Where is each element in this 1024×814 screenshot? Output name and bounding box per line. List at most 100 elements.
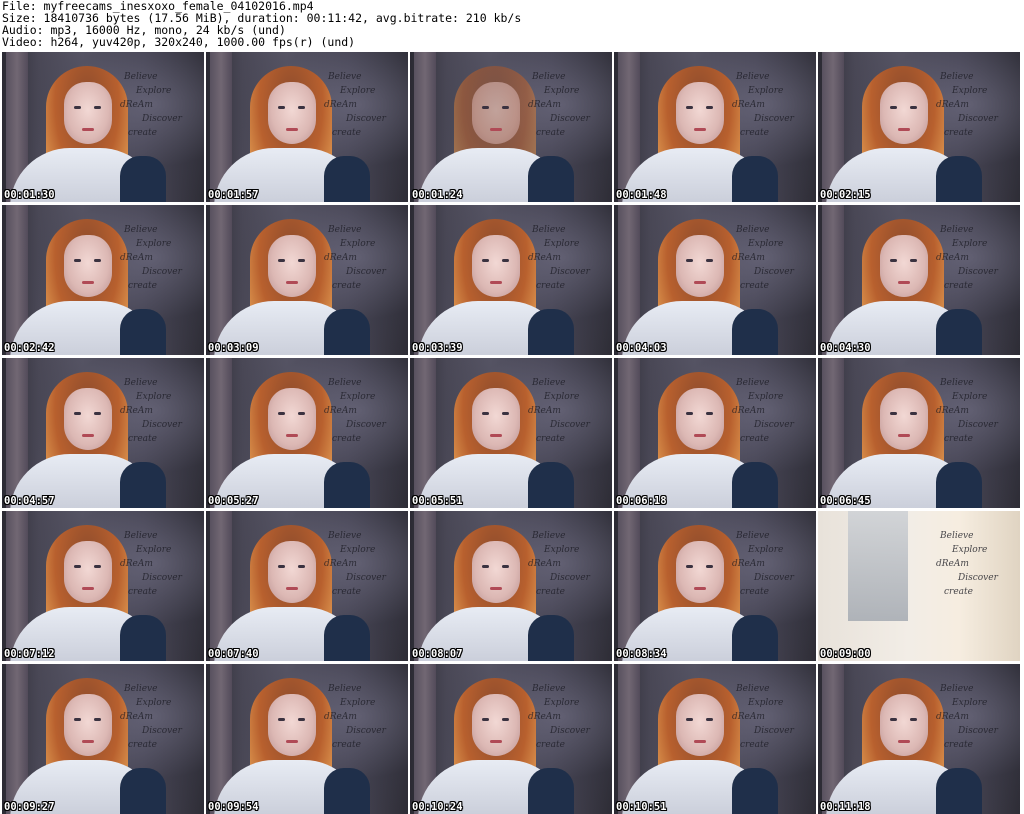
wall-decal-text: Believe Explore dReAm Discover create (732, 70, 812, 160)
wall-decal-word: dReAm (528, 712, 561, 722)
video-thumbnail: Believe Explore dReAm Discover create 00:08:3… (614, 511, 816, 661)
thumbnail-eye (298, 259, 305, 262)
thumbnail-eye (482, 106, 489, 109)
timestamp-label: 00:11:18 (820, 801, 871, 813)
wall-decal-word: Explore (136, 545, 172, 555)
wall-decal-word: Explore (136, 239, 172, 249)
wall-decal-word: create (740, 740, 769, 750)
thumbnail-eye (278, 259, 285, 262)
wall-decal-word: create (332, 587, 361, 597)
thumbnail-jacket (120, 768, 166, 814)
wall-decal-word: Explore (136, 86, 172, 96)
thumbnail-eye (482, 259, 489, 262)
thumbnail-door (848, 511, 908, 621)
thumbnail-jacket (732, 462, 778, 508)
thumbnail-face (880, 82, 928, 144)
wall-decal-text: Believe Explore dReAm Discover create (936, 376, 1016, 466)
thumbnail-face (880, 235, 928, 297)
thumbnail-eye (482, 718, 489, 721)
thumbnail-mouth (490, 128, 502, 131)
timestamp-label: 00:03:09 (208, 342, 259, 354)
wall-decal-word: Explore (748, 86, 784, 96)
wall-decal-word: create (944, 587, 973, 597)
thumbnail-face (268, 694, 316, 756)
video-thumbnail: Believe Explore dReAm Discover create 00:10:5… (614, 664, 816, 814)
timestamp-label: 00:07:40 (208, 648, 259, 660)
wall-decal-word: dReAm (732, 253, 765, 263)
wall-decal-word: create (128, 434, 157, 444)
video-thumbnail: Believe Explore dReAm Discover create 00:03:0… (206, 205, 408, 355)
wall-decal-word: dReAm (324, 712, 357, 722)
wall-decal-word: create (944, 281, 973, 291)
thumbnail-eye (298, 565, 305, 568)
wall-decal-text: Believe Explore dReAm Discover create (528, 529, 608, 619)
wall-decal-text: Believe Explore dReAm Discover create (324, 70, 404, 160)
wall-decal-word: dReAm (120, 100, 153, 110)
video-info-line: Video: h264, yuv420p, 320x240, 1000.00 f… (2, 35, 356, 49)
wall-decal-word: Explore (952, 545, 988, 555)
wall-decal-word: Explore (544, 239, 580, 249)
wall-decal-word: create (332, 128, 361, 138)
timestamp-label: 00:08:07 (412, 648, 463, 660)
thumbnail-eye (686, 718, 693, 721)
wall-decal-word: create (740, 587, 769, 597)
timestamp-label: 00:02:15 (820, 189, 871, 201)
thumbnail-eye (94, 565, 101, 568)
wall-decal-word: Explore (340, 86, 376, 96)
wall-decal-word: Believe (532, 72, 566, 82)
thumbnail-eye (278, 106, 285, 109)
wall-decal-word: create (128, 128, 157, 138)
wall-decal-word: dReAm (528, 406, 561, 416)
wall-decal-word: dReAm (120, 712, 153, 722)
wall-decal-text: Believe Explore dReAm Discover create (528, 682, 608, 772)
thumbnail-mouth (286, 434, 298, 437)
video-thumbnail: Believe Explore dReAm Discover create 00:05:2… (206, 358, 408, 508)
thumbnail-eye (502, 718, 509, 721)
timestamp-label: 00:05:27 (208, 495, 259, 507)
video-thumbnail: Believe Explore dReAm Discover create 00:01:2… (410, 52, 612, 202)
wall-decal-text: Believe Explore dReAm Discover create (732, 223, 812, 313)
wall-decal-word: Believe (328, 684, 362, 694)
video-thumbnail: Believe Explore dReAm Discover create 00:01:5… (206, 52, 408, 202)
wall-decal-word: Explore (544, 392, 580, 402)
thumbnail-face (676, 694, 724, 756)
wall-decal-word: create (128, 740, 157, 750)
timestamp-label: 00:05:51 (412, 495, 463, 507)
video-thumbnail: Believe Explore dReAm Discover create 00:10:2… (410, 664, 612, 814)
thumbnail-eye (910, 259, 917, 262)
thumbnail-eye (74, 259, 81, 262)
wall-decal-word: create (332, 740, 361, 750)
wall-decal-word: Discover (346, 114, 386, 124)
video-thumbnail: Believe Explore dReAm Discover create 00:02:4… (2, 205, 204, 355)
thumbnail-face (676, 235, 724, 297)
wall-decal-word: Explore (340, 698, 376, 708)
wall-decal-word: Explore (340, 392, 376, 402)
wall-decal-text: Believe Explore dReAm Discover create (936, 529, 1016, 619)
timestamp-label: 00:01:30 (4, 189, 55, 201)
wall-decal-word: Discover (142, 114, 182, 124)
wall-decal-text: Believe Explore dReAm Discover create (120, 223, 200, 313)
wall-decal-word: Discover (958, 726, 998, 736)
thumbnail-eye (94, 718, 101, 721)
wall-decal-word: Believe (124, 378, 158, 388)
wall-decal-word: Explore (748, 545, 784, 555)
wall-decal-word: dReAm (324, 253, 357, 263)
timestamp-label: 00:09:27 (4, 801, 55, 813)
thumbnail-face (880, 694, 928, 756)
thumbnail-face (268, 82, 316, 144)
thumbnail-jacket (528, 615, 574, 661)
wall-decal-word: Explore (544, 545, 580, 555)
thumbnail-eye (74, 412, 81, 415)
thumbnail-eye (482, 412, 489, 415)
thumbnail-mouth (82, 434, 94, 437)
wall-decal-text: Believe Explore dReAm Discover create (732, 376, 812, 466)
wall-decal-word: dReAm (936, 406, 969, 416)
thumbnail-mouth (286, 128, 298, 131)
thumbnail-jacket (528, 309, 574, 355)
wall-decal-word: create (128, 587, 157, 597)
thumbnail-eye (298, 106, 305, 109)
thumbnail-eye (74, 565, 81, 568)
wall-decal-word: dReAm (732, 406, 765, 416)
wall-decal-word: dReAm (324, 406, 357, 416)
thumbnail-eye (278, 718, 285, 721)
